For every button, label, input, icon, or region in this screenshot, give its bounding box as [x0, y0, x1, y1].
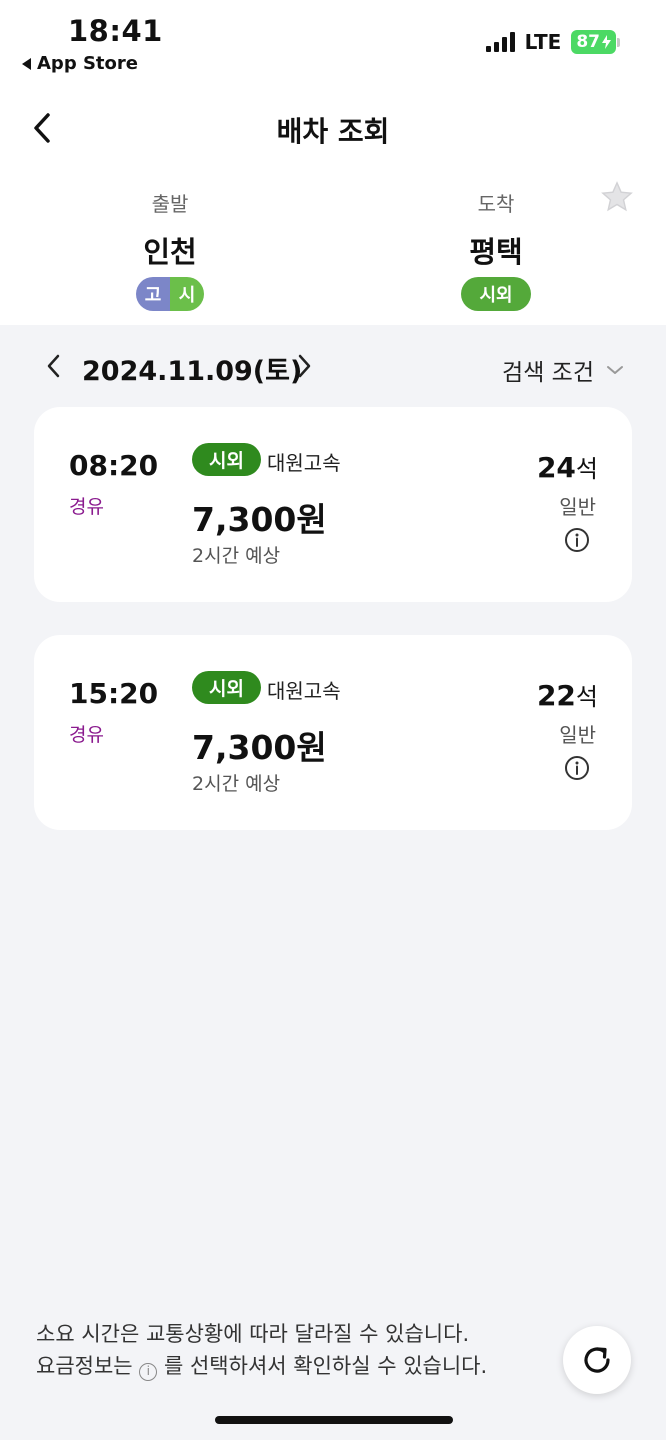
info-inline-icon: i — [139, 1363, 158, 1381]
network-label: LTE — [524, 30, 562, 54]
seat-unit: 석 — [575, 455, 598, 483]
bus-company: 대원고속 — [267, 679, 341, 703]
bus-company: 대원고속 — [267, 451, 341, 475]
fare-info-icon[interactable] — [564, 755, 590, 781]
search-conditions-label: 검색 조건 — [502, 360, 594, 386]
fare-price: 7,300원 — [192, 500, 327, 539]
seat-count: 22 — [536, 679, 576, 712]
charging-bolt-icon — [602, 35, 611, 49]
page-title: 배차 조회 — [276, 115, 390, 148]
express-badge: 고 — [136, 277, 170, 311]
via-label: 경유 — [69, 496, 104, 518]
arrival-terminal-badge: 시외 — [461, 277, 531, 311]
bus-type-badge: 시외 — [192, 443, 261, 476]
departure-city: 인천 — [143, 235, 197, 269]
status-time: 18:41 — [68, 14, 163, 48]
previous-date-icon[interactable] — [44, 353, 64, 379]
seat-unit: 석 — [575, 683, 598, 711]
notice-text: 소요 시간은 교통상황에 따라 달라질 수 있습니다. 요금정보는 i 를 선택… — [36, 1318, 487, 1382]
departure-label: 출발 — [151, 192, 189, 216]
bus-schedule-card[interactable]: 08:20 경유 시외 대원고속 7,300원 2시간 예상 24석 일반 — [34, 407, 632, 602]
notice-line-2: 요금정보는 i 를 선택하셔서 확인하실 수 있습니다. — [36, 1350, 487, 1382]
seat-count: 24 — [536, 451, 576, 484]
arrival-city: 평택 — [469, 235, 523, 269]
top-panel: 18:41 App Store LTE 87 배차 조회 출발 인천 고 시 도… — [0, 0, 666, 325]
fare-info-icon[interactable] — [564, 527, 590, 553]
intercity-badge: 시 — [170, 277, 204, 311]
remaining-seats: 22석 — [537, 677, 598, 712]
via-label: 경유 — [69, 724, 104, 746]
favorite-star-icon[interactable] — [600, 180, 634, 214]
departure-time: 08:20 — [69, 449, 159, 482]
back-app-label: App Store — [37, 53, 138, 74]
bus-type-badge: 시외 — [192, 671, 261, 704]
fare-price: 7,300원 — [192, 728, 327, 767]
home-indicator — [215, 1416, 453, 1424]
arrival-label: 도착 — [477, 192, 515, 216]
notice-line-1: 소요 시간은 교통상황에 따라 달라질 수 있습니다. — [36, 1322, 470, 1346]
next-date-icon[interactable] — [294, 353, 314, 379]
refresh-button[interactable] — [563, 1326, 631, 1394]
bus-grade: 일반 — [559, 495, 596, 519]
search-conditions-dropdown[interactable]: 검색 조건 — [502, 353, 624, 387]
notice-line-2-prefix: 요금정보는 — [36, 1354, 133, 1378]
signal-icon — [485, 32, 515, 52]
bus-schedule-card[interactable]: 15:20 경유 시외 대원고속 7,300원 2시간 예상 22석 일반 — [34, 635, 632, 830]
status-indicators: LTE 87 — [485, 30, 620, 54]
back-to-app-link[interactable]: App Store — [22, 53, 138, 74]
departure-terminal-badges: 고 시 — [136, 277, 204, 311]
estimated-duration: 2시간 예상 — [192, 773, 281, 795]
bus-grade: 일반 — [559, 723, 596, 747]
back-triangle-icon — [22, 57, 31, 70]
refresh-icon — [584, 1347, 610, 1373]
selected-date[interactable]: 2024.11.09(토) — [82, 349, 302, 388]
date-bar: 2024.11.09(토) 검색 조건 — [0, 325, 666, 407]
estimated-duration: 2시간 예상 — [192, 545, 281, 567]
departure-block[interactable]: 출발 인천 고 시 — [70, 188, 270, 311]
departure-time: 15:20 — [69, 677, 159, 710]
chevron-down-icon — [607, 366, 623, 374]
remaining-seats: 24석 — [537, 449, 598, 484]
battery-level: 87 — [576, 32, 600, 52]
notice-line-2-suffix: 를 선택하셔서 확인하실 수 있습니다. — [163, 1354, 488, 1378]
arrival-block[interactable]: 도착 평택 시외 — [396, 188, 596, 311]
battery-icon: 87 — [571, 30, 620, 54]
